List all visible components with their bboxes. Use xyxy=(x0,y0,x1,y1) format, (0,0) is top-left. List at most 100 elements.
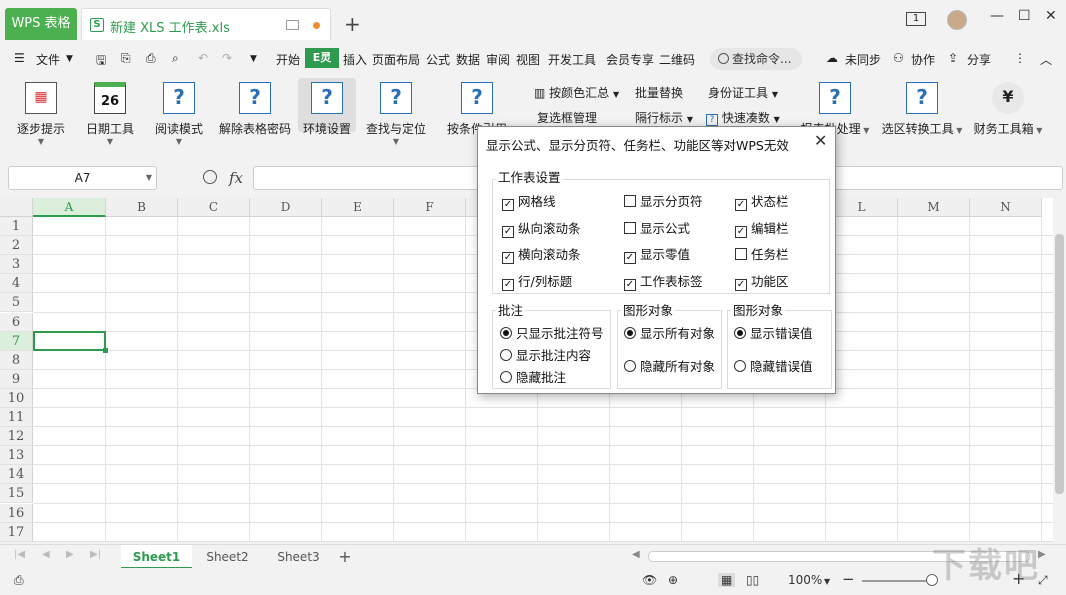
remove-password-button[interactable]: ? 解除表格密码 xyxy=(216,78,294,137)
row-header[interactable]: 8 xyxy=(0,350,33,370)
checkbox-checked-icon[interactable]: ✓ xyxy=(502,252,514,264)
objects-radio[interactable]: 隐藏所有对象 xyxy=(624,356,715,375)
minimize-icon[interactable]: — xyxy=(990,8,1004,24)
checkbox-checked-icon[interactable]: ✓ xyxy=(502,279,514,291)
setting-checkbox[interactable]: ✓ 状态栏 xyxy=(735,191,789,211)
sheet-tab-1[interactable]: Sheet1 xyxy=(121,545,192,569)
errors-radio[interactable]: 显示错误值 xyxy=(734,323,813,342)
checkbox-unchecked-icon[interactable] xyxy=(735,248,747,260)
column-header[interactable]: D xyxy=(250,198,322,217)
export-icon[interactable]: ⎘ xyxy=(121,51,131,66)
row-header[interactable]: 4 xyxy=(0,274,33,294)
selection-convert-button[interactable]: ? 选区转换工具 ▼ xyxy=(880,78,964,137)
last-sheet-icon[interactable]: ▶| xyxy=(90,549,101,560)
avatar[interactable] xyxy=(947,10,967,30)
checkbox-unchecked-icon[interactable] xyxy=(624,222,636,234)
more-icon[interactable]: ⋮ xyxy=(1014,51,1026,65)
quick-access-dropdown-icon[interactable]: ▼ xyxy=(250,54,257,64)
row-header[interactable]: 17 xyxy=(0,522,33,542)
menu-review[interactable]: 审阅 xyxy=(486,51,510,68)
chevron-down-icon[interactable]: ▼ xyxy=(66,54,73,64)
menu-home[interactable]: 开始 xyxy=(276,51,300,68)
app-tab[interactable]: WPS 表格 xyxy=(5,8,77,40)
normal-view-icon[interactable]: ▦ xyxy=(718,573,736,587)
row-header[interactable]: 6 xyxy=(0,312,33,332)
eye-protection-icon[interactable]: 👁 xyxy=(642,573,657,587)
share-button[interactable]: 分享 xyxy=(967,51,991,68)
menu-member[interactable]: 会员专享 xyxy=(606,51,654,68)
column-header[interactable]: L xyxy=(826,198,898,217)
column-header[interactable]: C xyxy=(178,198,250,217)
setting-checkbox[interactable]: ✓ 网格线 xyxy=(502,191,556,211)
zoom-level[interactable]: 100% xyxy=(788,573,822,587)
freeze-panes-icon[interactable]: ⊕ xyxy=(668,573,678,587)
save-icon[interactable]: 🖫 xyxy=(96,51,106,72)
page-break-view-icon[interactable]: ▯▯ xyxy=(746,573,759,587)
maximize-icon[interactable]: ☐ xyxy=(1018,8,1031,24)
share-icon[interactable]: ⇪ xyxy=(948,51,958,65)
close-icon[interactable]: ✕ xyxy=(814,131,827,150)
row-header[interactable]: 2 xyxy=(0,236,33,256)
radio-unselected-icon[interactable] xyxy=(500,371,512,383)
row-header[interactable]: 10 xyxy=(0,388,33,408)
add-sheet-button[interactable]: + xyxy=(334,545,356,569)
undo-icon[interactable]: ↶ xyxy=(198,51,208,65)
macro-record-icon[interactable]: ⎙ xyxy=(14,573,24,588)
column-header[interactable]: F xyxy=(394,198,466,217)
menu-view[interactable]: 视图 xyxy=(516,51,540,68)
new-tab-button[interactable]: + xyxy=(344,12,361,36)
chevron-down-icon[interactable]: ▼ xyxy=(146,167,152,189)
row-header[interactable]: 1 xyxy=(0,217,33,237)
row-header[interactable]: 15 xyxy=(0,484,33,504)
comments-radio[interactable]: 隐藏批注 xyxy=(500,367,566,386)
row-header[interactable]: 16 xyxy=(0,503,33,523)
collaborate-button[interactable]: 协作 xyxy=(911,51,935,68)
window-count-badge[interactable]: 1 xyxy=(906,12,926,26)
setting-checkbox[interactable]: 显示分页符 xyxy=(624,191,703,210)
reading-mode-button[interactable]: ? 阅读模式 ▼ xyxy=(150,78,208,146)
column-header[interactable]: M xyxy=(898,198,970,217)
row-header[interactable]: 11 xyxy=(0,408,33,428)
checkbox-checked-icon[interactable]: ✓ xyxy=(502,226,514,238)
close-window-icon[interactable]: ✕ xyxy=(1045,8,1057,24)
checkbox-checked-icon[interactable]: ✓ xyxy=(624,252,636,264)
date-tool-button[interactable]: 26 日期工具 ▼ xyxy=(82,78,138,146)
menu-qrcode[interactable]: 二维码 xyxy=(659,51,695,68)
row-header[interactable]: 12 xyxy=(0,427,33,447)
setting-checkbox[interactable]: ✓ 显示零值 xyxy=(624,244,690,264)
column-header[interactable]: E xyxy=(322,198,394,217)
sheet-tab-2[interactable]: Sheet2 xyxy=(192,545,263,569)
zoom-slider[interactable] xyxy=(862,580,934,582)
quick-sum-button[interactable]: ? 快速凑数 ▼ xyxy=(706,109,780,126)
row-header[interactable]: 9 xyxy=(0,369,33,389)
command-search[interactable]: 查找命令... xyxy=(710,48,802,70)
finance-toolbox-button[interactable]: ¥ 财务工具箱 ▼ xyxy=(972,78,1044,137)
row-header[interactable]: 5 xyxy=(0,293,33,313)
checkbox-manage-button[interactable]: 复选框管理 xyxy=(537,109,597,126)
prev-sheet-icon[interactable]: ◀ xyxy=(42,549,50,560)
row-header[interactable]: 3 xyxy=(0,255,33,275)
menu-page-layout[interactable]: 页面布局 xyxy=(372,51,420,68)
print-icon[interactable]: ⎙ xyxy=(146,51,156,66)
function-icon[interactable]: fx xyxy=(229,169,243,187)
egov-tab[interactable]: E灵 xyxy=(305,48,339,68)
checkbox-checked-icon[interactable]: ✓ xyxy=(624,279,636,291)
menu-formulas[interactable]: 公式 xyxy=(426,51,450,68)
radio-selected-icon[interactable] xyxy=(734,327,746,339)
collapse-ribbon-icon[interactable]: ︿ xyxy=(1040,51,1052,68)
row-header[interactable]: 13 xyxy=(0,446,33,466)
scroll-left-icon[interactable]: ◀ xyxy=(632,549,640,560)
checkbox-unchecked-icon[interactable] xyxy=(624,195,636,207)
checkbox-checked-icon[interactable]: ✓ xyxy=(735,279,747,291)
menu-data[interactable]: 数据 xyxy=(456,51,480,68)
setting-checkbox[interactable]: ✓ 横向滚动条 xyxy=(502,244,581,264)
find-locate-button[interactable]: ? 查找与定位 ▼ xyxy=(362,78,430,146)
objects-radio[interactable]: 显示所有对象 xyxy=(624,323,715,342)
setting-checkbox[interactable]: 显示公式 xyxy=(624,218,690,237)
row-header[interactable]: 14 xyxy=(0,465,33,485)
comments-radio[interactable]: 只显示批注符号 xyxy=(500,323,604,342)
checkbox-checked-icon[interactable]: ✓ xyxy=(735,199,747,211)
setting-checkbox[interactable]: 任务栏 xyxy=(735,244,789,263)
errors-radio[interactable]: 隐藏错误值 xyxy=(734,356,813,375)
comments-radio[interactable]: 显示批注内容 xyxy=(500,345,591,364)
